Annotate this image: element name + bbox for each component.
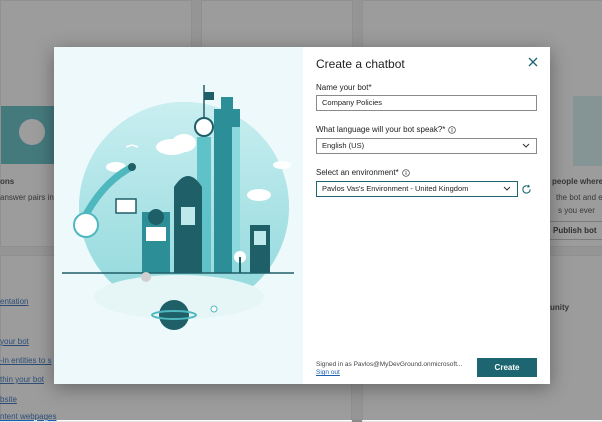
sign-out-link[interactable]: Sign out (316, 369, 340, 376)
create-chatbot-dialog: Create a chatbot Name your bot* Company … (54, 47, 550, 384)
refresh-icon[interactable] (521, 184, 532, 195)
environment-select[interactable]: Pavlos Vas's Environment - United Kingdo… (316, 181, 518, 197)
info-icon[interactable] (448, 125, 457, 134)
create-chatbot-form: Create a chatbot Name your bot* Company … (303, 47, 550, 384)
language-label-text: What language will your bot speak?* (316, 125, 446, 134)
close-icon[interactable] (526, 55, 540, 69)
info-icon[interactable] (402, 168, 410, 177)
create-button[interactable]: Create (477, 358, 537, 377)
bot-name-input[interactable]: Company Policies (316, 95, 537, 111)
city-illustration-svg (62, 85, 294, 330)
language-select-value: English (US) (322, 141, 365, 150)
environment-select-value: Pavlos Vas's Environment - United Kingdo… (322, 184, 469, 193)
signed-in-text: Signed in as Pavlos@MyDevGround.onmicros… (316, 361, 463, 368)
chevron-down-icon (503, 186, 511, 191)
environment-label: Select an environment* (316, 168, 410, 177)
language-select[interactable]: English (US) (316, 138, 537, 154)
city-illustration (54, 47, 303, 384)
chevron-down-icon (522, 143, 530, 148)
name-label: Name your bot* (316, 83, 372, 92)
language-label: What language will your bot speak?* (316, 125, 457, 134)
dialog-title: Create a chatbot (316, 57, 405, 71)
environment-label-text: Select an environment* (316, 168, 399, 177)
name-label-text: Name your bot* (316, 83, 372, 92)
